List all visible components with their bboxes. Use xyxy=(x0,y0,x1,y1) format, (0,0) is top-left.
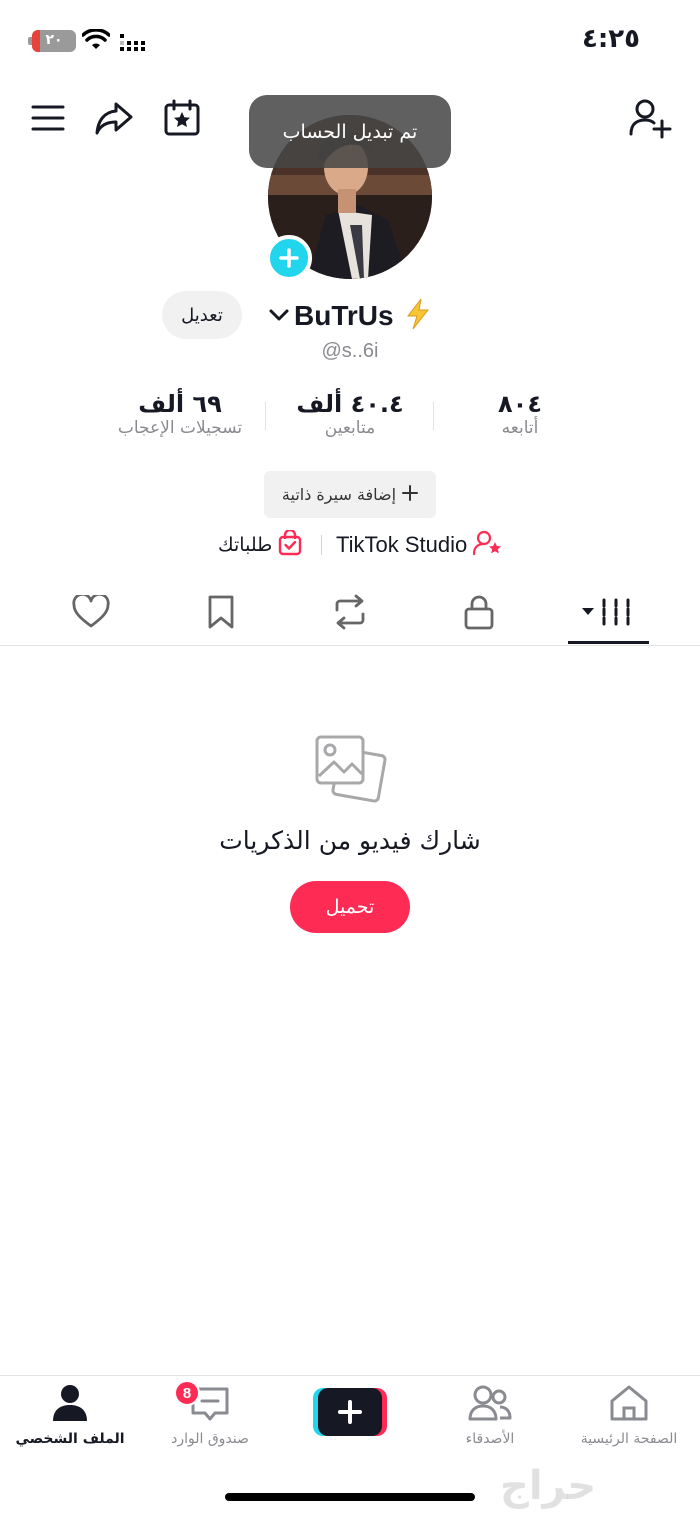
stat-followers[interactable]: ٤٠.٤ ألف متابعين xyxy=(280,390,420,438)
nav-profile-label: الملف الشخصي xyxy=(15,1431,125,1447)
followers-count: ٤٠.٤ ألف xyxy=(296,390,404,418)
wifi-icon xyxy=(81,28,111,55)
home-indicator[interactable] xyxy=(225,1493,475,1501)
share-icon[interactable] xyxy=(92,96,136,140)
shopping-bag-icon xyxy=(278,528,302,560)
upload-button[interactable]: تحميل xyxy=(290,881,410,933)
tiktok-studio-label: TikTok Studio xyxy=(336,532,468,557)
orders-link[interactable]: طلباتك xyxy=(218,528,302,562)
tab-favorites[interactable] xyxy=(191,587,251,637)
home-icon xyxy=(608,1383,650,1427)
stat-divider xyxy=(433,402,434,430)
watermark: حراج xyxy=(500,1463,597,1509)
stat-following[interactable]: ٨٠٤ أتابعه xyxy=(470,390,570,438)
username-handle: @s..6i xyxy=(321,340,379,362)
nav-friends[interactable]: الأصدقاء xyxy=(430,1383,550,1453)
add-avatar-button[interactable] xyxy=(266,235,312,281)
nav-profile[interactable]: الملف الشخصي xyxy=(10,1383,130,1453)
edit-profile-button[interactable]: تعديل xyxy=(162,291,242,339)
active-tab-indicator xyxy=(568,641,649,644)
nav-inbox-label: صندوق الوارد xyxy=(171,1431,249,1447)
tiktok-studio-link[interactable]: TikTok Studio xyxy=(336,528,503,562)
tab-videos[interactable] xyxy=(578,587,638,637)
likes-label: تسجيلات الإعجاب xyxy=(117,418,243,438)
calendar-star-icon[interactable] xyxy=(160,96,204,140)
status-time: ٤:٢٥ xyxy=(581,24,640,54)
stat-divider xyxy=(265,402,266,430)
add-friend-icon[interactable] xyxy=(628,96,672,140)
toast-message: تم تبديل الحساب xyxy=(249,95,451,168)
inbox-badge: 8 xyxy=(174,1380,200,1406)
add-bio-label: إضافة سيرة ذاتية xyxy=(281,485,397,504)
empty-state-title: شارك فيديو من الذكريات xyxy=(219,826,481,855)
following-label: أتابعه xyxy=(501,418,539,438)
stat-likes[interactable]: ٦٩ ألف تسجيلات الإعجاب xyxy=(100,390,260,438)
tab-private[interactable] xyxy=(449,587,509,637)
orders-label: طلباتك xyxy=(218,534,273,556)
battery-level: ٢٠ xyxy=(45,32,63,48)
nav-inbox[interactable]: صندوق الوارد xyxy=(150,1383,270,1453)
tab-liked[interactable] xyxy=(61,587,121,637)
create-button[interactable] xyxy=(313,1388,387,1436)
nav-home-label: الصفحة الرئيسية xyxy=(580,1431,678,1447)
plus-icon xyxy=(402,484,419,505)
friends-icon xyxy=(468,1383,512,1427)
tabs-divider xyxy=(0,645,700,646)
lightning-icon xyxy=(404,298,432,334)
profile-icon xyxy=(49,1383,91,1427)
creator-star-icon xyxy=(473,530,503,560)
signal-icon xyxy=(118,32,148,56)
menu-icon[interactable] xyxy=(26,96,70,140)
battery-icon: ٢٠ xyxy=(32,30,76,52)
bottom-nav-divider xyxy=(0,1375,700,1376)
tab-reposts[interactable] xyxy=(320,587,380,637)
chevron-down-icon xyxy=(268,307,290,326)
display-name: BuTrUs xyxy=(294,300,394,331)
links-divider xyxy=(321,535,322,555)
following-count: ٨٠٤ xyxy=(498,390,542,418)
likes-count: ٦٩ ألف xyxy=(138,390,222,418)
add-bio-button[interactable]: إضافة سيرة ذاتية xyxy=(264,471,436,518)
nav-friends-label: الأصدقاء xyxy=(465,1431,515,1447)
photos-icon xyxy=(312,732,388,812)
followers-label: متابعين xyxy=(324,418,376,438)
nav-home[interactable]: الصفحة الرئيسية xyxy=(569,1383,689,1453)
account-switcher[interactable]: BuTrUs xyxy=(268,296,432,336)
